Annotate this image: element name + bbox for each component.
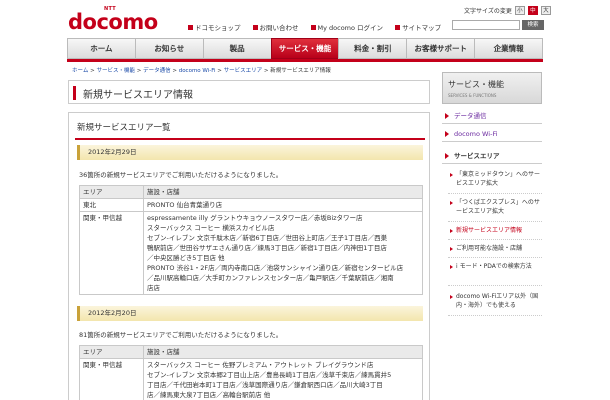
breadcrumb-separator: >: [170, 68, 179, 74]
table-header-row: エリア 施設・店舗: [79, 345, 423, 359]
section-note: 36箇所の新規サービスエリアでご利用いただけるようになりました。: [79, 171, 283, 179]
shop-cell: スターバックス コーヒー 佐野プレミアム・アウトレット ブレイグラウンド店 セブ…: [143, 358, 423, 400]
breadcrumb-current: 新規サービスエリア情報: [270, 68, 331, 74]
main-content: 新規サービスエリア一覧 2012年2月29日 36箇所の新規サービスエリアでご利…: [68, 112, 430, 400]
sidebar-subitem-midtown[interactable]: 「東京ミッドタウン」へのサービスエリア拡大: [448, 170, 542, 194]
font-size-switcher: 文字サイズの変更 小 中 大: [464, 6, 551, 15]
font-size-large-button[interactable]: 大: [540, 6, 551, 15]
shop-line: セブン-イレブン 文京千駄木店／新宿6丁目店／世田谷上町店／王子1丁目店／西巣: [147, 234, 388, 242]
service-area-table: エリア 施設・店舗 関東・甲信越 スターバックス コーヒー 佐野プレミアム・アウ…: [79, 345, 423, 400]
shop-line: espressamente illy グラントウキョウノースタワー店／赤坂Biz…: [147, 214, 363, 222]
arrow-icon: [450, 247, 453, 251]
arrow-icon: [445, 153, 449, 159]
page-title: 新規サービスエリア情報: [83, 90, 193, 101]
shop-line: ／中央区勝どき5丁目店 他: [147, 254, 225, 262]
breadcrumb-separator: >: [215, 68, 224, 74]
nav-news[interactable]: お知らせ: [134, 38, 203, 59]
nav-products[interactable]: 製品: [202, 38, 271, 59]
breadcrumb-home[interactable]: ホーム: [72, 68, 88, 74]
shop-line: PRONTO 仙台青葉通り店: [147, 201, 223, 209]
arrow-icon: [445, 131, 449, 137]
breadcrumb-wifi[interactable]: docomo Wi-Fi: [179, 68, 216, 74]
font-size-label: 文字サイズの変更: [464, 8, 512, 15]
area-cell: 東北: [79, 198, 144, 212]
sidebar-subitem-imode-search[interactable]: i モード・PDAでの検索方法: [448, 262, 542, 286]
breadcrumb-services[interactable]: サービス・機能: [96, 68, 135, 74]
logo-text: docomo: [68, 10, 158, 34]
arrow-icon: [450, 173, 453, 177]
arrow-icon: [450, 295, 453, 299]
font-size-medium-button[interactable]: 中: [527, 6, 538, 15]
shop-line: 店／練馬東大泉7丁目店／高輪台駅前店 他: [147, 391, 271, 399]
nav-home[interactable]: ホーム: [67, 38, 135, 59]
nav-support[interactable]: お客様サポート: [406, 38, 475, 59]
column-header-area: エリア: [79, 185, 144, 199]
search-input[interactable]: [452, 20, 520, 30]
nav-pricing[interactable]: 料金・割引: [338, 38, 407, 59]
bullet-icon: [395, 24, 401, 30]
arrow-icon: [450, 201, 453, 205]
shop-line: ／品川駅高輪口店／大手町カンファレンスセンター店／亀戸駅店／千葉駅前店／湘南: [147, 274, 394, 282]
shop-line: PRONTO 渋谷1・2F店／両内寺南口店／池袋サンシャイン通り店／新宿センター…: [147, 264, 404, 272]
sidebar-subitem-outside-area[interactable]: docomo Wi-Fiエリア以外（国内・海外）でも使える: [448, 292, 542, 316]
font-size-small-button[interactable]: 小: [514, 6, 525, 15]
shop-cell: PRONTO 仙台青葉通り店: [143, 198, 423, 212]
table-row: 関東・甲信越 スターバックス コーヒー 佐野プレミアム・アウトレット ブレイグラ…: [79, 358, 423, 400]
shop-line: スターバックス コーヒー 横浜スカイビル店: [147, 224, 275, 232]
bullet-icon: [252, 24, 258, 30]
nav-corporate[interactable]: 企業情報: [474, 38, 544, 59]
breadcrumb-data[interactable]: データ通信: [143, 68, 171, 74]
sidebar-subitem-new-areas[interactable]: 新規サービスエリア情報: [448, 226, 542, 240]
site-search: 検索: [452, 20, 544, 30]
sidebar-subtitle: SERVICES & FUNCTIONS: [448, 93, 497, 98]
nav-services[interactable]: サービス・機能: [270, 38, 339, 59]
section-heading: 新規サービスエリア一覧: [77, 123, 171, 133]
column-header-shop: 施設・店舗: [143, 345, 423, 359]
nav-divider: [67, 59, 543, 62]
arrow-icon: [445, 113, 449, 119]
column-header-shop: 施設・店舗: [143, 185, 423, 199]
sidebar-subitem-facilities[interactable]: ご利用可能な施設・店舗: [448, 244, 542, 258]
bullet-icon: [310, 24, 316, 30]
date-header: 2012年2月20日: [77, 306, 423, 321]
sidebar-title: サービス・機能: [448, 80, 504, 89]
table-row: 東北 PRONTO 仙台青葉通り店: [79, 198, 423, 212]
sidebar-item-service-area[interactable]: サービスエリア: [442, 148, 542, 164]
contact-link[interactable]: お問い合わせ: [252, 22, 299, 32]
section-note: 81箇所の新規サービスエリアでご利用いただけるようになりました。: [79, 331, 283, 339]
column-header-area: エリア: [79, 345, 144, 359]
site-header: NTT docomo ドコモショップ お問い合わせ My docomo ログイン…: [0, 0, 610, 38]
service-area-table: エリア 施設・店舗 東北 PRONTO 仙台青葉通り店 関東・甲信越 espre…: [79, 185, 423, 295]
sidebar-subitem-tsukuba[interactable]: 「つくばエクスプレス」へのサービスエリア拡大: [448, 198, 542, 222]
arrow-icon: [450, 229, 453, 233]
shop-line: スターバックス コーヒー 佐野プレミアム・アウトレット ブレイグラウンド店: [147, 361, 374, 369]
title-accent-bar: [73, 86, 76, 100]
page-title-box: 新規サービスエリア情報: [68, 80, 430, 104]
shop-link[interactable]: ドコモショップ: [188, 22, 241, 32]
sidebar-item-data[interactable]: データ通信: [442, 108, 542, 124]
shop-line: 店店: [147, 284, 160, 292]
search-button[interactable]: 検索: [522, 20, 544, 30]
shop-line: 丁目店／千代田岩本町1丁目店／浅草国際通り店／鎌倉駅西口店／品川大崎3丁目: [147, 381, 383, 389]
heading-underline: [75, 138, 425, 140]
area-cell: 関東・甲信越: [79, 358, 144, 400]
table-row: 関東・甲信越 espressamente illy グラントウキョウノースタワー…: [79, 211, 423, 295]
arrow-icon: [450, 265, 453, 269]
sidebar-item-wifi[interactable]: docomo Wi-Fi: [442, 126, 542, 142]
table-header-row: エリア 施設・店舗: [79, 185, 423, 199]
date-header: 2012年2月29日: [77, 145, 423, 160]
sitemap-link[interactable]: サイトマップ: [395, 22, 441, 32]
utility-links: ドコモショップ お問い合わせ My docomo ログイン サイトマップ: [188, 22, 441, 32]
shop-line: 鴨駅前店／世田谷サザエさん通り店／練馬3丁目店／新宿1丁目店／内神田1丁目店: [147, 244, 387, 252]
area-cell: 関東・甲信越: [79, 211, 144, 295]
shop-line: セブン-イレブン 文京本郷2丁目山上店／豊島長崎1丁目店／浅草千束店／練馬貫井5: [147, 371, 392, 379]
breadcrumb-separator: >: [134, 68, 144, 74]
sidebar-header: サービス・機能 SERVICES & FUNCTIONS: [442, 72, 542, 104]
breadcrumb-service-area[interactable]: サービスエリア: [224, 68, 263, 74]
breadcrumb: ホーム > サービス・機能 > データ通信 > docomo Wi-Fi > サ…: [72, 66, 331, 74]
shop-cell: espressamente illy グラントウキョウノースタワー店／赤坂Biz…: [143, 211, 423, 295]
global-nav: ホーム お知らせ 製品 サービス・機能 料金・割引 お客様サポート 企業情報: [67, 38, 544, 59]
bullet-icon: [188, 24, 193, 30]
mydocomo-login-link[interactable]: My docomo ログイン: [310, 22, 383, 32]
